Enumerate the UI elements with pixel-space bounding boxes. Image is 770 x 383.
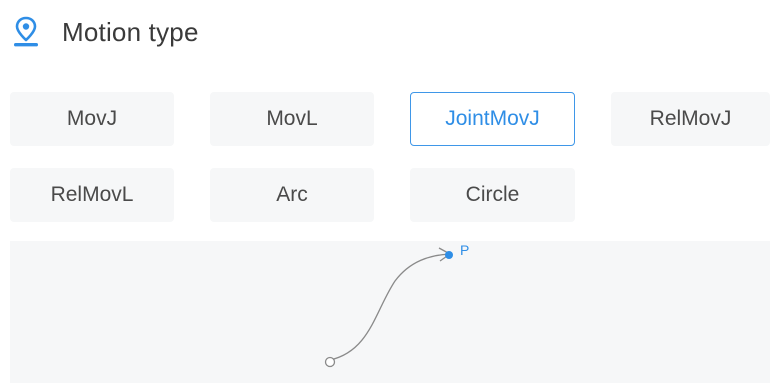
motion-type-jointmovj-button[interactable]: JointMovJ [410, 92, 575, 146]
motion-preview-canvas: P [10, 241, 770, 383]
target-point-label: P [460, 242, 469, 258]
motion-type-relmovl-button[interactable]: RelMovL [10, 168, 174, 222]
motion-type-circle-button[interactable]: Circle [410, 168, 575, 222]
location-pin-icon [10, 14, 42, 50]
section-title: Motion type [62, 16, 199, 47]
motion-type-movl-button[interactable]: MovL [210, 92, 374, 146]
motion-type-arc-button[interactable]: Arc [210, 168, 374, 222]
motion-path [329, 253, 451, 361]
start-point [324, 356, 336, 368]
motion-type-relmovj-button[interactable]: RelMovJ [611, 92, 770, 146]
target-point [445, 251, 453, 259]
motion-type-movj-button[interactable]: MovJ [10, 92, 174, 146]
section-header: Motion type [10, 12, 199, 52]
